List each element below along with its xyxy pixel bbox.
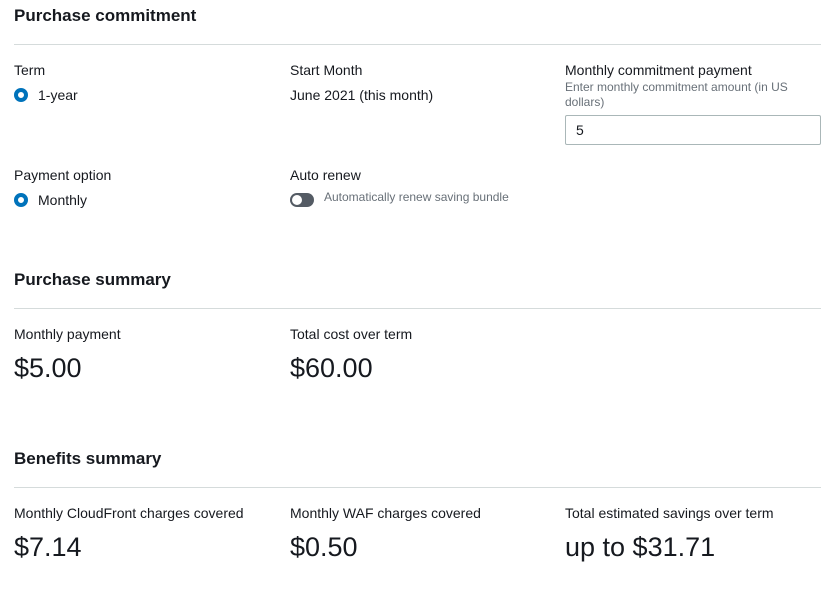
start-month-label: Start Month [290, 62, 363, 78]
start-month-value: June 2021 (this month) [290, 87, 434, 103]
radio-selected-icon[interactable] [14, 88, 28, 102]
auto-renew-label: Auto renew [290, 167, 361, 183]
auto-renew-row: Automatically renew saving bundle [290, 189, 509, 207]
total-cost-value: $60.00 [290, 353, 373, 383]
payment-option-radio-monthly[interactable]: Monthly [14, 192, 87, 208]
monthly-commitment-input[interactable] [565, 115, 821, 145]
waf-charges-value: $0.50 [290, 532, 358, 562]
monthly-commitment-description: Enter monthly commitment amount (in US d… [565, 80, 788, 109]
divider [14, 44, 821, 45]
radio-selected-icon[interactable] [14, 193, 28, 207]
purchase-summary-title: Purchase summary [14, 270, 171, 289]
term-label: Term [14, 62, 46, 78]
auto-renew-toggle[interactable] [290, 193, 314, 207]
cloudfront-charges-value: $7.14 [14, 532, 82, 562]
cloudfront-charges-label: Monthly CloudFront charges covered [14, 505, 244, 521]
monthly-commitment-label: Monthly commitment payment [565, 62, 752, 78]
term-option-label: 1-year [38, 87, 78, 103]
estimated-savings-value: up to $31.71 [565, 532, 716, 562]
monthly-payment-value: $5.00 [14, 353, 82, 383]
purchase-commitment-title: Purchase commitment [14, 6, 197, 25]
total-cost-label: Total cost over term [290, 326, 413, 342]
monthly-payment-label: Monthly payment [14, 326, 121, 342]
term-radio-1-year[interactable]: 1-year [14, 87, 78, 103]
waf-charges-label: Monthly WAF charges covered [290, 505, 481, 521]
payment-option-value: Monthly [38, 192, 88, 208]
divider [14, 487, 821, 488]
toggle-knob [292, 195, 302, 205]
estimated-savings-label: Total estimated savings over term [565, 505, 774, 521]
auto-renew-description: Automatically renew saving bundle [324, 190, 509, 204]
divider [14, 308, 821, 309]
benefits-summary-title: Benefits summary [14, 449, 162, 468]
payment-option-label: Payment option [14, 167, 112, 183]
